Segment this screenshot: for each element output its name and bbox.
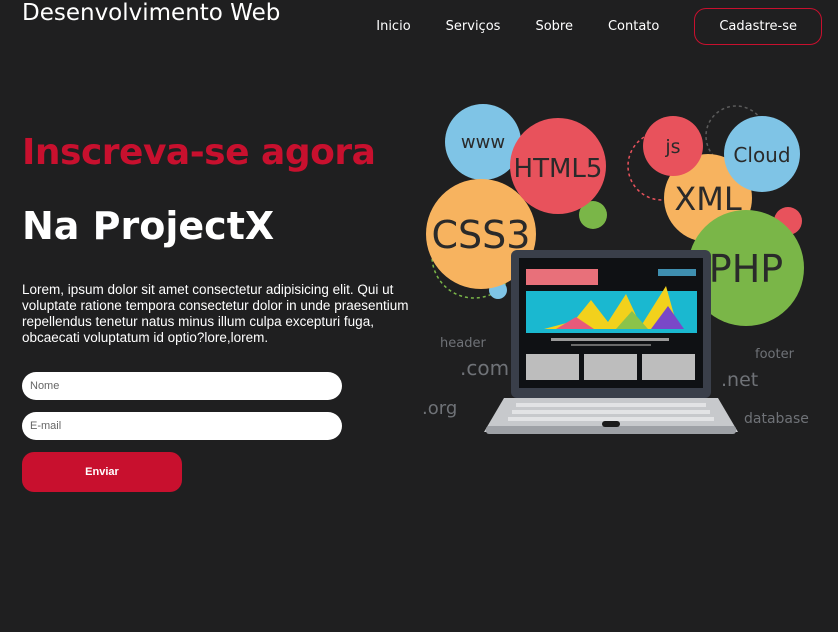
bubble-cloud: Cloud xyxy=(724,116,800,192)
svg-text:HTML5: HTML5 xyxy=(514,154,603,184)
hero-title: Inscreva-se agora xyxy=(22,132,376,173)
label-com: .com xyxy=(460,356,509,380)
bubble-html5: HTML5 xyxy=(510,118,606,214)
svg-text:PHP: PHP xyxy=(709,247,783,291)
nav-link-servicos[interactable]: Serviços xyxy=(446,19,501,34)
hero-subtitle: Na ProjectX xyxy=(22,204,275,248)
label-net: .net xyxy=(721,369,758,391)
bubble-www: www xyxy=(445,104,521,180)
signup-button[interactable]: Cadastre-se xyxy=(694,7,822,45)
nav-link-contato[interactable]: Contato xyxy=(608,19,659,34)
label-header: header xyxy=(440,336,486,351)
label-footer: footer xyxy=(755,347,795,362)
email-input[interactable] xyxy=(22,412,342,440)
svg-text:js: js xyxy=(664,136,680,158)
hero-description: Lorem, ipsum dolor sit amet consectetur … xyxy=(22,282,409,345)
nav-link-inicio[interactable]: Inicio xyxy=(376,19,410,34)
label-org: .org xyxy=(422,398,457,419)
submit-button[interactable]: Enviar xyxy=(22,452,182,492)
svg-text:www: www xyxy=(461,132,505,153)
main-nav: Inicio Serviços Sobre Contato Cadastre-s… xyxy=(376,7,822,45)
laptop-icon xyxy=(484,250,738,434)
name-input[interactable] xyxy=(22,372,342,400)
bubble-js: js xyxy=(643,116,703,176)
label-database: database xyxy=(744,411,809,427)
site-logo[interactable]: Desenvolvimento Web xyxy=(22,1,282,25)
nav-link-sobre[interactable]: Sobre xyxy=(535,19,573,34)
svg-text:Cloud: Cloud xyxy=(733,143,790,167)
web-technologies-illustration: www CSS3 HTML5 XML PHP js Cloud header .… xyxy=(422,104,809,434)
